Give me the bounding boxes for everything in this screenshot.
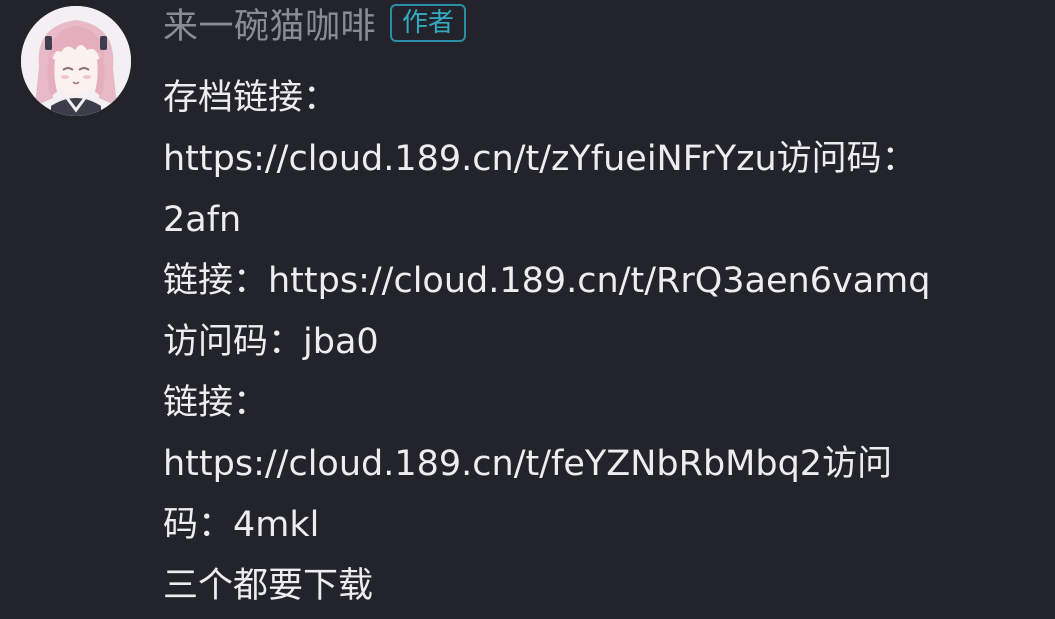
- comment-line: 存档链接：: [163, 78, 339, 118]
- comment-body: 存档链接： https://cloud.189.cn/t/zYfueiNFrYz…: [163, 68, 1033, 617]
- comment-line: 三个都要下载: [163, 566, 374, 606]
- comment-header: 来一碗猫咖啡 作者: [163, 0, 467, 49]
- username[interactable]: 来一碗猫咖啡: [163, 0, 376, 49]
- comment-line: https://cloud.189.cn/t/feYZNbRbMbq2访问: [163, 444, 893, 484]
- comment-line: 链接：https://cloud.189.cn/t/RrQ3aen6vamq: [163, 261, 931, 301]
- comment-line: https://cloud.189.cn/t/zYfueiNFrYzu访问码：: [163, 139, 917, 179]
- comment-line: 访问码：jba0: [163, 322, 379, 362]
- avatar[interactable]: [21, 6, 131, 116]
- comment-line: 2afn: [163, 200, 242, 240]
- comment-line: 链接：: [163, 383, 269, 423]
- comment-item: 来一碗猫咖啡 作者 存档链接： https://cloud.189.cn/t/z…: [0, 0, 1055, 619]
- anime-girl-avatar-icon: [21, 6, 131, 116]
- comment-line: 码：4mkl: [163, 505, 320, 545]
- author-badge: 作者: [390, 4, 467, 42]
